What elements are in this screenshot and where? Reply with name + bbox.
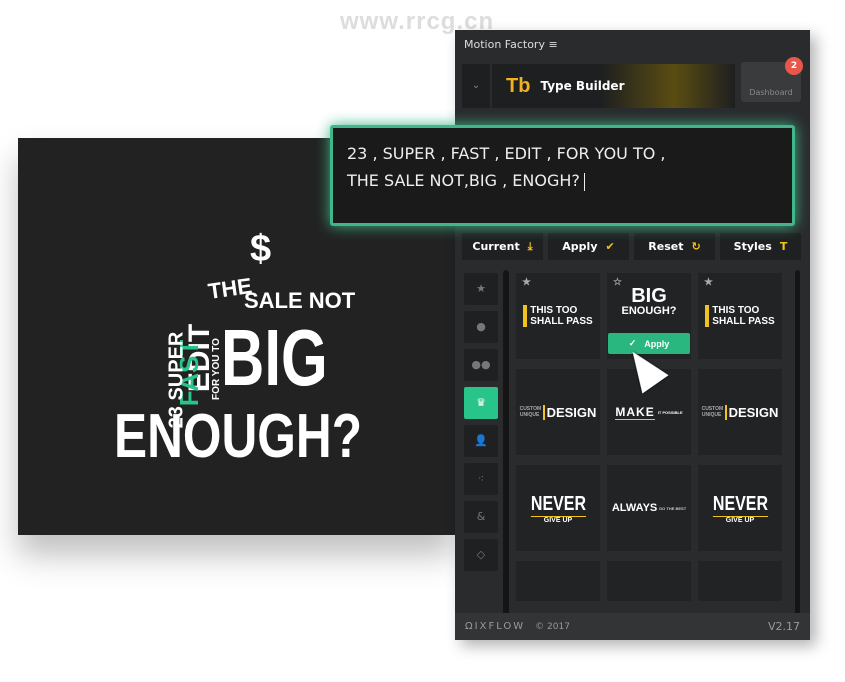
styles-button[interactable]: Styles T — [720, 233, 801, 260]
preset-card[interactable]: CUSTOM UNIQUE DESIGN — [516, 369, 600, 455]
action-bar: Current ⤓ Apply ✔ Reset ↻ Styles T — [462, 233, 801, 260]
crown-icon: ♛ — [476, 396, 486, 409]
preset-line: IT POSSIBLE — [657, 409, 683, 415]
preset-card[interactable] — [698, 561, 782, 601]
check-circle-icon: ✓ — [628, 338, 637, 348]
preset-card[interactable]: ★ THIS TOO SHALL PASS — [698, 273, 782, 359]
dashboard-label: Dashboard — [749, 88, 793, 97]
preset-card[interactable]: ☆ BIG ENOUGH? ✓ Apply — [607, 273, 691, 359]
category-ampersand[interactable]: & — [464, 501, 498, 533]
notification-badge: 2 — [785, 57, 803, 75]
category-person[interactable]: 👤 — [464, 425, 498, 457]
current-label: Current — [472, 240, 520, 253]
current-button[interactable]: Current ⤓ — [462, 233, 543, 260]
preset-line: NEVER — [712, 492, 768, 517]
pixflow-logo: ΩIXFLOW — [465, 621, 526, 632]
preset-line: CUSTOM UNIQUE — [519, 406, 542, 418]
grid-scrollbar[interactable] — [795, 270, 800, 622]
apply-button[interactable]: Apply ✔ — [548, 233, 629, 260]
text-style-icon: T — [779, 240, 788, 253]
two-dots-icon: ●● — [471, 358, 491, 371]
module-name: Type Builder — [540, 79, 625, 93]
star-icon[interactable]: ★ — [704, 277, 713, 288]
preset-line: GIVE UP — [543, 516, 573, 524]
person-icon: 👤 — [474, 434, 488, 447]
category-people[interactable]: ⁖ — [464, 463, 498, 495]
preset-card[interactable] — [607, 561, 691, 601]
category-diamond[interactable]: ◇ — [464, 539, 498, 571]
preset-card[interactable]: NEVER GIVE UP — [516, 465, 600, 551]
copyright: © 2017 — [535, 621, 570, 632]
people-icon: ⁖ — [477, 472, 485, 485]
preset-line: SHALL PASS — [530, 316, 593, 327]
apply-label: Apply — [562, 240, 598, 253]
version: V2.17 — [767, 620, 800, 633]
styles-label: Styles — [733, 240, 772, 253]
category-dot[interactable]: ● — [464, 311, 498, 343]
preset-line: ENOUGH? — [621, 305, 677, 317]
category-two-dots[interactable]: ●● — [464, 349, 498, 381]
category-sidebar: ★ ● ●● ♛ 👤 ⁖ & ◇ — [464, 273, 498, 577]
module-dropdown[interactable]: ⌄ — [462, 64, 490, 108]
reset-button[interactable]: Reset ↻ — [634, 233, 715, 260]
preset-card[interactable]: CUSTOM UNIQUE DESIGN — [698, 369, 782, 455]
preset-line: MAKE — [615, 404, 655, 420]
preset-card[interactable]: NEVER GIVE UP — [698, 465, 782, 551]
preset-card[interactable]: ★ THIS TOO SHALL PASS — [516, 273, 600, 359]
motion-factory-panel: Motion Factory ≡ ⌄ Tb Type Builder Dashb… — [455, 30, 810, 640]
preset-line: DESIGN — [542, 404, 596, 420]
star-icon[interactable]: ★ — [522, 277, 531, 288]
text-line: 23 , SUPER , FAST , EDIT , FOR YOU TO , — [347, 144, 666, 163]
preset-line: NEVER — [530, 492, 586, 517]
star-outline-icon[interactable]: ☆ — [613, 277, 622, 288]
star-icon: ★ — [476, 282, 486, 295]
preset-line: BIG — [631, 285, 667, 307]
download-icon: ⤓ — [527, 239, 533, 253]
panel-footer: ΩIXFLOW © 2017 V2.17 — [455, 613, 810, 640]
preset-line: THIS TOO — [530, 305, 578, 316]
ampersand-icon: & — [476, 510, 486, 523]
sidebar-scrollbar[interactable] — [503, 270, 509, 622]
type-builder-logo: Tb — [506, 74, 531, 97]
preset-grid: ★ THIS TOO SHALL PASS ☆ BIG ENOUGH? ✓ Apply ★ T… — [516, 273, 782, 601]
dot-icon: ● — [476, 320, 486, 333]
preset-line: SHALL PASS — [712, 316, 775, 327]
category-star[interactable]: ★ — [464, 273, 498, 305]
preset-line: THIS TOO — [712, 305, 760, 316]
text-line: THE SALE NOT,BIG , ENOGH? — [347, 171, 580, 190]
reset-icon: ↻ — [691, 240, 701, 253]
preset-line: GIVE UP — [725, 516, 755, 524]
preset-card[interactable]: ALWAYS DO THE BEST — [607, 465, 691, 551]
preset-line: DO THE BEST — [659, 505, 687, 511]
text-caret — [583, 172, 585, 191]
reset-label: Reset — [648, 240, 684, 253]
category-crown[interactable]: ♛ — [464, 387, 498, 419]
check-icon: ✔ — [605, 240, 615, 253]
chevron-down-icon: ⌄ — [471, 80, 481, 91]
text-input[interactable]: 23 , SUPER , FAST , EDIT , FOR YOU TO , … — [330, 125, 795, 226]
preset-card[interactable] — [516, 561, 600, 601]
module-header: Tb Type Builder — [492, 64, 735, 108]
preview-word: $ — [250, 228, 272, 270]
preview-word: SALE NOT — [244, 288, 356, 313]
preset-line: ALWAYS — [611, 502, 658, 514]
preview-word: ENOUGH? — [114, 402, 362, 471]
preview-word: BIG — [221, 313, 328, 402]
diamond-icon: ◇ — [476, 548, 486, 561]
preset-line: CUSTOM UNIQUE — [701, 406, 724, 418]
panel-title[interactable]: Motion Factory ≡ — [464, 38, 558, 51]
preset-line: DESIGN — [724, 404, 778, 420]
